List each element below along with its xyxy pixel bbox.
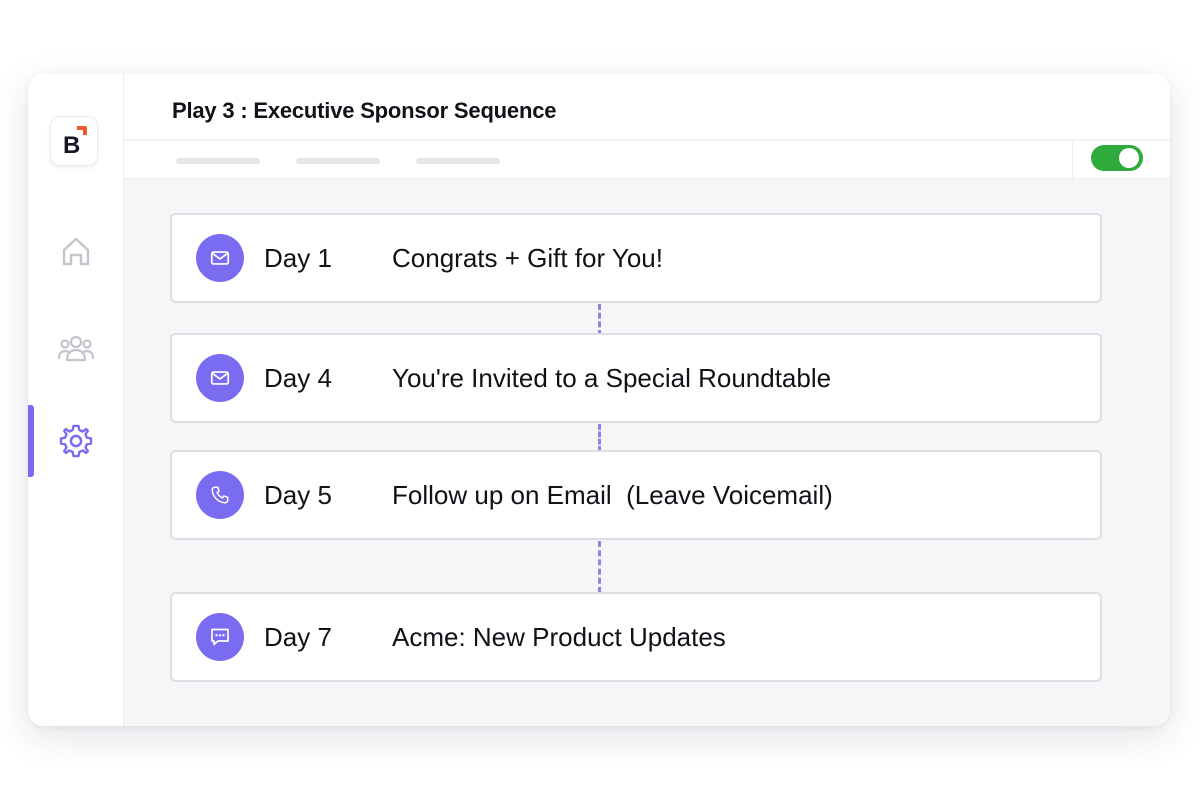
app-window: B Play 3 : Executive Sponsor Sequence Da… xyxy=(28,74,1170,726)
toggle-knob xyxy=(1119,148,1139,168)
step-title: You're Invited to a Special Roundtable xyxy=(392,363,832,393)
sequence-step-1[interactable]: Day 1 Congrats + Gift for You! xyxy=(170,213,1102,303)
step-title: Acme: New Product Updates xyxy=(392,622,726,652)
page-header: Play 3 : Executive Sponsor Sequence xyxy=(124,74,1170,140)
timeline-connector-2 xyxy=(598,424,601,452)
timeline-connector-3 xyxy=(598,541,601,593)
message-icon xyxy=(211,628,229,646)
timeline-connector-1 xyxy=(598,304,601,336)
step-icon-badge xyxy=(196,234,244,282)
step-day-label: Day 1 xyxy=(264,243,332,273)
step-icon-badge xyxy=(196,613,244,661)
sidebar: B xyxy=(28,74,124,726)
step-title: Follow up on Email (Leave Voicemail) xyxy=(392,480,833,510)
step-day-label: Day 7 xyxy=(264,622,332,652)
sidebar-item-users[interactable] xyxy=(28,312,124,384)
sequence-step-2[interactable]: Day 4 You're Invited to a Special Roundt… xyxy=(170,333,1102,423)
svg-text:B: B xyxy=(63,132,80,158)
sidebar-item-settings[interactable] xyxy=(28,405,124,477)
phone-icon xyxy=(211,486,229,504)
logo-mark: B xyxy=(63,126,87,158)
users-icon xyxy=(57,335,95,362)
tab-placeholder-2[interactable] xyxy=(296,158,380,164)
mail-icon xyxy=(210,251,230,265)
sequence-step-4[interactable]: Day 7 Acme: New Product Updates xyxy=(170,592,1102,682)
toggle-container xyxy=(1072,141,1170,179)
page-title: Play 3 : Executive Sponsor Sequence xyxy=(172,98,557,123)
home-icon xyxy=(62,237,90,266)
sequence-toggle[interactable] xyxy=(1091,145,1143,171)
tab-bar xyxy=(124,141,1170,179)
sequence-step-3[interactable]: Day 5 Follow up on Email (Leave Voicemai… xyxy=(170,450,1102,540)
tab-placeholder-3[interactable] xyxy=(416,158,500,164)
step-icon-badge xyxy=(196,354,244,402)
tab-placeholder-1[interactable] xyxy=(176,158,260,164)
step-day-label: Day 4 xyxy=(264,363,332,393)
step-icon-badge xyxy=(196,471,244,519)
step-day-label: Day 5 xyxy=(264,480,332,510)
step-title: Congrats + Gift for You! xyxy=(392,243,663,273)
sidebar-item-home[interactable] xyxy=(28,216,124,288)
app-logo[interactable]: B xyxy=(50,116,98,166)
gear-icon xyxy=(59,424,93,458)
mail-icon xyxy=(210,371,230,385)
